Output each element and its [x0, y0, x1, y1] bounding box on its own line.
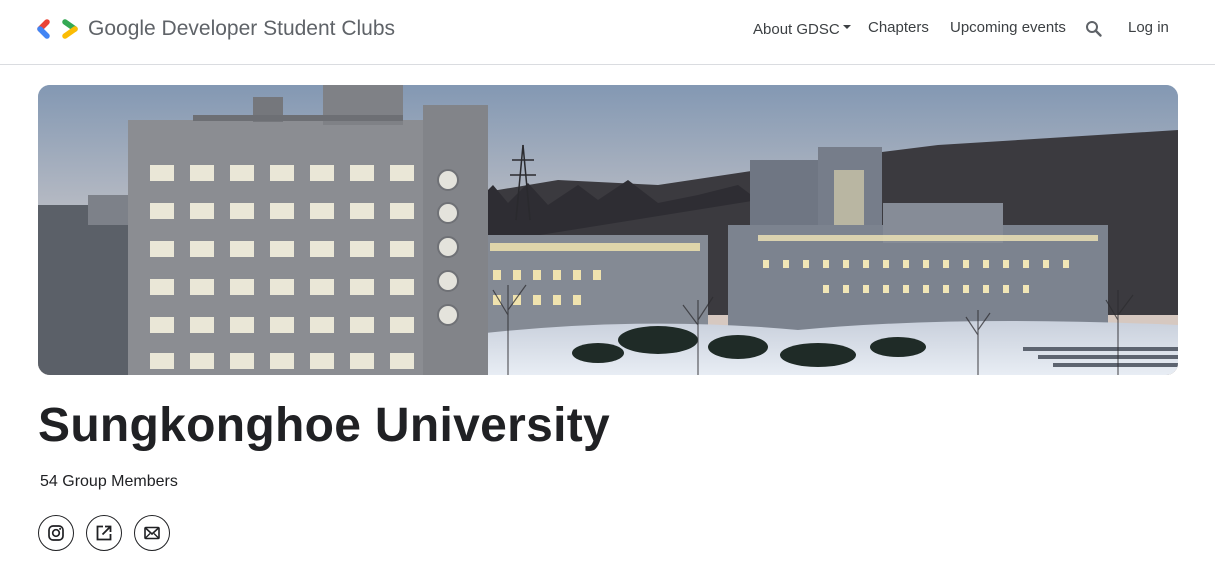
nav-about-label: About GDSC	[753, 20, 840, 38]
campus-illustration	[38, 85, 1178, 375]
nav-about-gdsc-dropdown[interactable]: About GDSC	[753, 19, 851, 39]
caret-down-icon	[842, 25, 851, 29]
login-link[interactable]: Log in	[1128, 19, 1169, 39]
website-link-button[interactable]	[86, 515, 122, 551]
group-members-count: 54 Group Members	[40, 473, 178, 490]
gdsc-logo-icon	[37, 19, 78, 39]
search-icon[interactable]	[1085, 20, 1103, 38]
email-link-button[interactable]	[134, 515, 170, 551]
top-nav-bar: Google Developer Student Clubs About GDS…	[0, 0, 1215, 65]
instagram-icon	[48, 525, 64, 541]
nav-chapters-link[interactable]: Chapters	[868, 19, 929, 39]
external-link-icon	[96, 525, 112, 541]
email-icon	[144, 526, 160, 540]
nav-upcoming-events-link[interactable]: Upcoming events	[950, 19, 1066, 39]
chapter-title: Sungkonghoe University	[38, 399, 611, 452]
brand-home-link[interactable]: Google Developer Student Clubs	[37, 15, 395, 43]
brand-name: Google Developer Student Clubs	[88, 17, 396, 40]
instagram-link-button[interactable]	[38, 515, 74, 551]
campus-banner-image	[38, 85, 1178, 375]
